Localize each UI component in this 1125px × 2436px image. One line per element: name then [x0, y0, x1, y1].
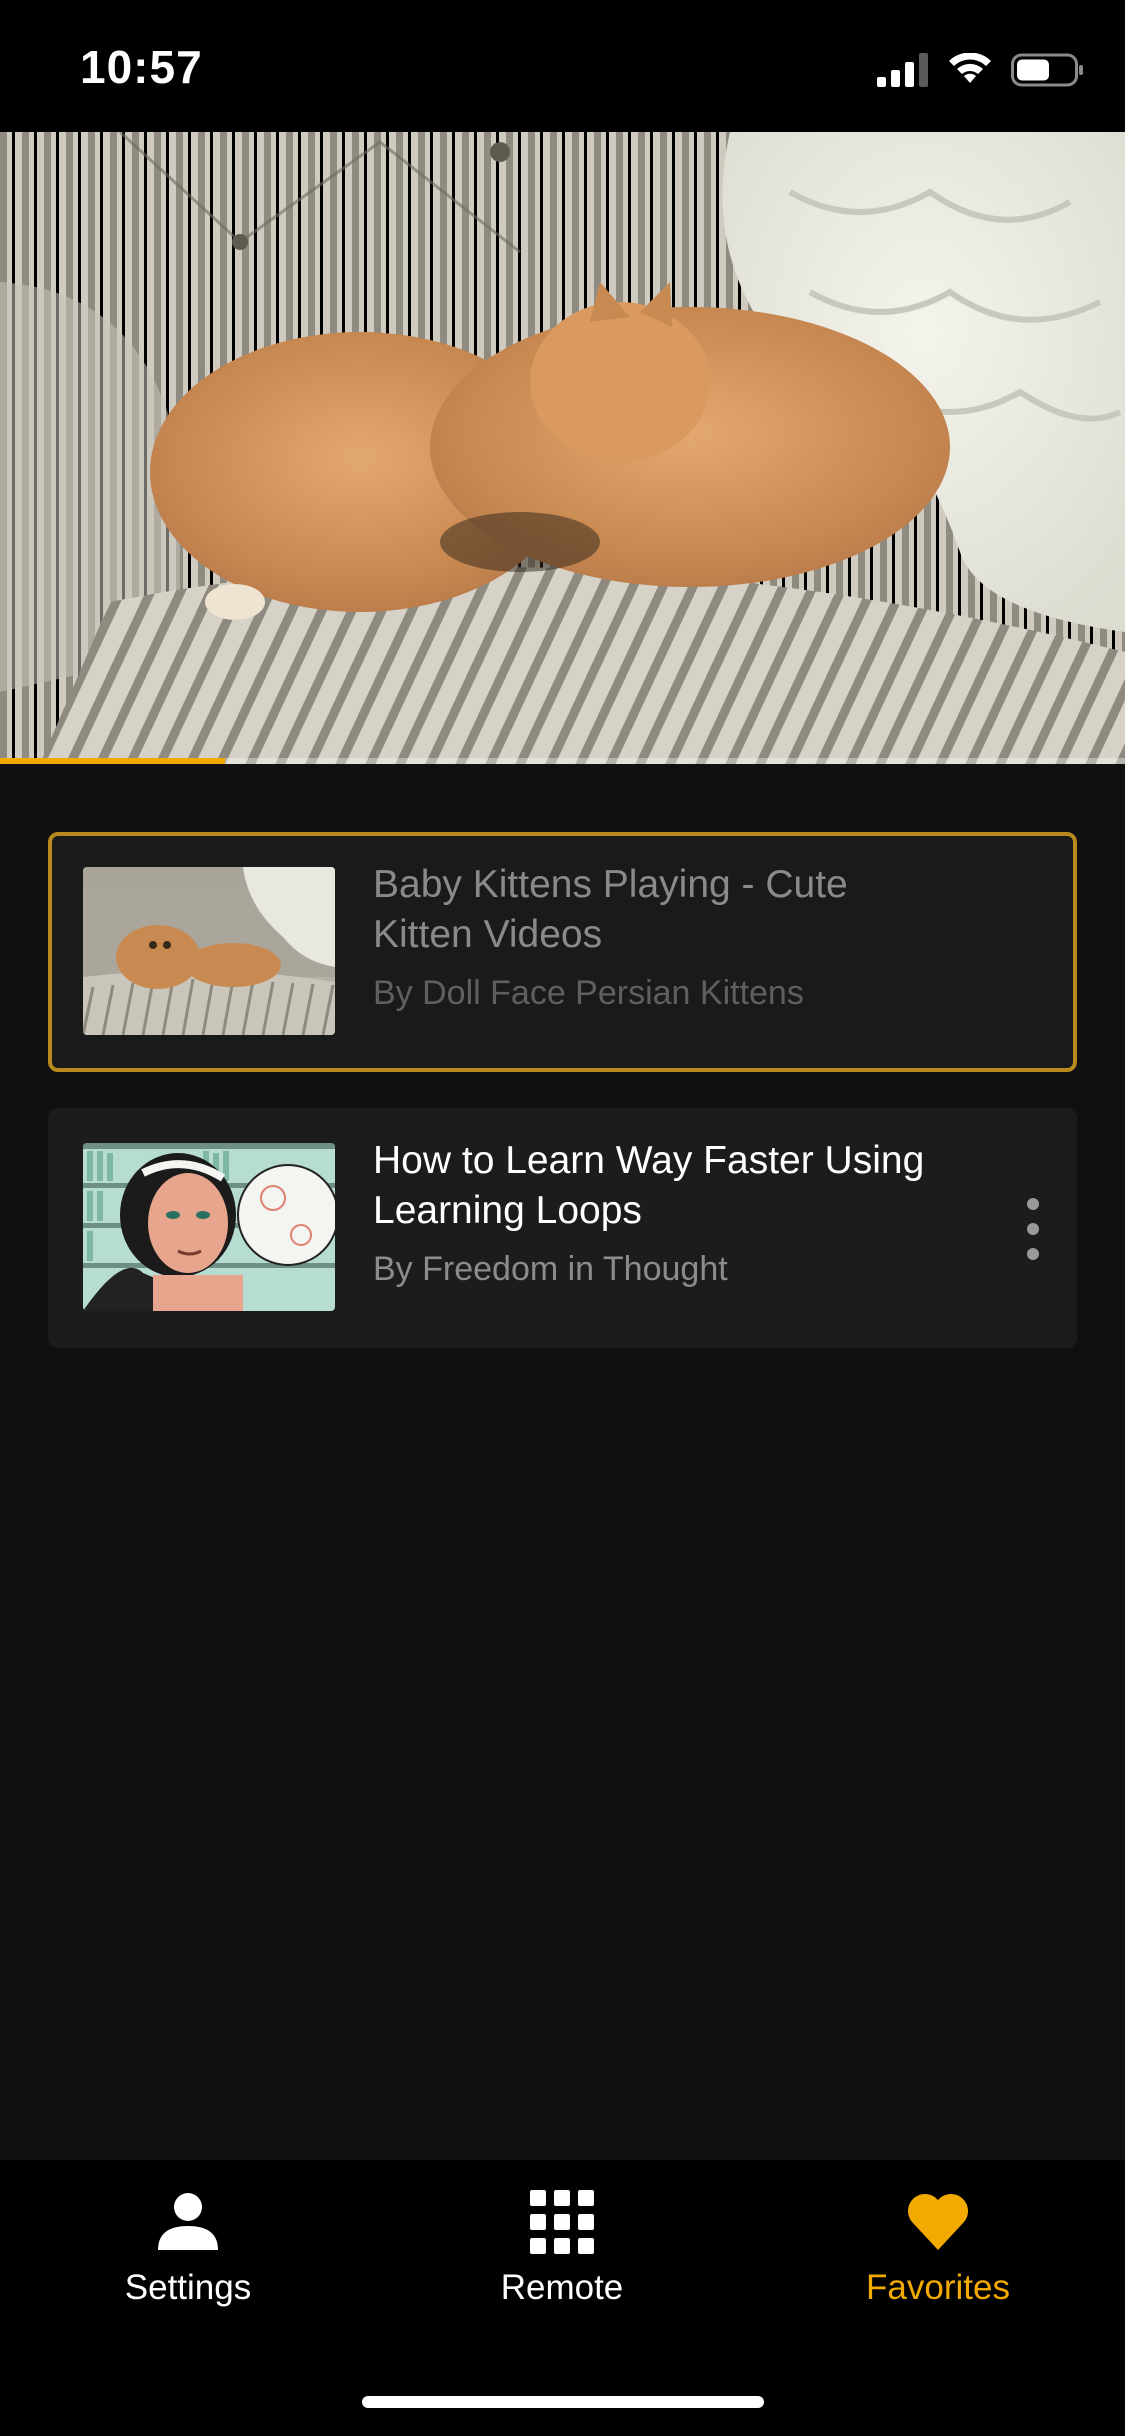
cellular-signal-icon: [877, 53, 928, 87]
status-bar: 10:57: [0, 0, 1125, 132]
more-options-button[interactable]: [1013, 1194, 1053, 1264]
video-author: By Doll Face Persian Kittens: [373, 974, 804, 1012]
more-dot: [1027, 1248, 1039, 1260]
tab-favorites[interactable]: Favorites: [788, 2190, 1088, 2330]
status-time: 10:57: [80, 41, 203, 93]
video-frame-kittens: [0, 132, 1125, 764]
video-thumbnail: [83, 1143, 335, 1311]
video-title: How to Learn Way Faster Using Learning L…: [373, 1139, 925, 1232]
video-thumbnail: [83, 867, 335, 1035]
tab-remote[interactable]: Remote: [412, 2190, 712, 2330]
app-root: 10:57 Baby Kittens Playing - Cute Kitten…: [0, 0, 1125, 2436]
video-author: By Freedom in Thought: [373, 1250, 728, 1288]
video-title: Baby Kittens Playing - Cute Kitten Video…: [373, 863, 848, 956]
video-player[interactable]: [0, 132, 1125, 764]
tab-settings[interactable]: Settings: [38, 2190, 338, 2330]
video-progress-fill: [0, 758, 225, 764]
grid-icon: [530, 2190, 594, 2254]
status-icons: [877, 50, 1085, 90]
video-list-item[interactable]: How to Learn Way Faster Using Learning L…: [48, 1108, 1077, 1348]
battery-icon: [1011, 53, 1083, 87]
heart-icon: [907, 2193, 969, 2250]
person-icon: [158, 2193, 218, 2250]
video-list-item-now-playing[interactable]: Baby Kittens Playing - Cute Kitten Video…: [48, 832, 1077, 1072]
tab-label: Favorites: [866, 2268, 1010, 2307]
tab-label: Remote: [500, 2268, 624, 2307]
tab-label: Settings: [124, 2268, 252, 2307]
video-list: Baby Kittens Playing - Cute Kitten Video…: [48, 832, 1077, 1384]
video-progress-track[interactable]: [0, 758, 1125, 764]
tab-bar: Settings Remote Favorites: [0, 2160, 1125, 2436]
wifi-icon: [949, 53, 991, 83]
more-dot: [1027, 1198, 1039, 1210]
home-indicator[interactable]: [362, 2396, 764, 2408]
more-dot: [1027, 1223, 1039, 1235]
